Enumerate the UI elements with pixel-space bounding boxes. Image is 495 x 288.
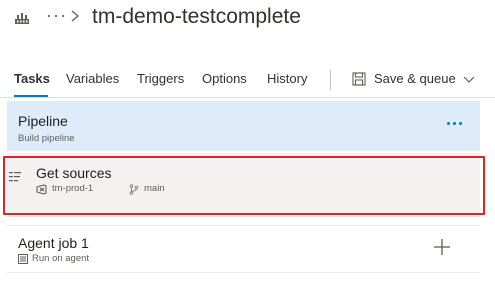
tab-triggers[interactable]: Triggers — [137, 71, 184, 86]
page-title: tm-demo-testcomplete — [92, 5, 301, 28]
pipeline-row[interactable]: Pipeline Build pipeline — [7, 101, 480, 151]
tab-variables[interactable]: Variables — [66, 71, 119, 86]
agent-job-subtitle: Run on agent — [32, 253, 90, 264]
pipeline-title: Pipeline — [18, 113, 68, 129]
save-icon — [352, 72, 366, 86]
tab-options[interactable]: Options — [202, 71, 247, 86]
agent-job-title: Agent job 1 — [18, 235, 89, 251]
plus-icon[interactable] — [432, 237, 452, 257]
pipeline-icon — [15, 13, 29, 24]
breadcrumb-overflow[interactable]: ··· — [46, 5, 67, 26]
sources-icon — [9, 172, 21, 182]
chevron-down-icon[interactable] — [463, 75, 475, 85]
repository-name: tm-prod-1 — [52, 183, 94, 194]
tab-bar: Tasks Variables Triggers Options History… — [0, 62, 495, 98]
save-and-queue-label: Save & queue — [374, 71, 456, 86]
pipeline-subtitle: Build pipeline — [18, 133, 75, 144]
active-tab-indicator — [14, 95, 48, 97]
header: ··· tm-demo-testcomplete — [0, 0, 495, 40]
repo-icon — [36, 184, 47, 195]
branch-icon — [129, 184, 139, 195]
branch-name: main — [144, 183, 165, 194]
get-sources-row[interactable]: Get sources tm-prod-1 main — [7, 153, 480, 217]
more-icon[interactable] — [445, 115, 465, 133]
get-sources-title: Get sources — [36, 165, 112, 181]
agent-job-row[interactable]: Agent job 1 Run on agent — [7, 225, 480, 273]
tab-tasks[interactable]: Tasks — [14, 71, 50, 86]
tab-history[interactable]: History — [267, 71, 307, 86]
chevron-right-icon — [71, 10, 80, 22]
agent-icon — [18, 254, 28, 264]
divider — [330, 70, 331, 90]
